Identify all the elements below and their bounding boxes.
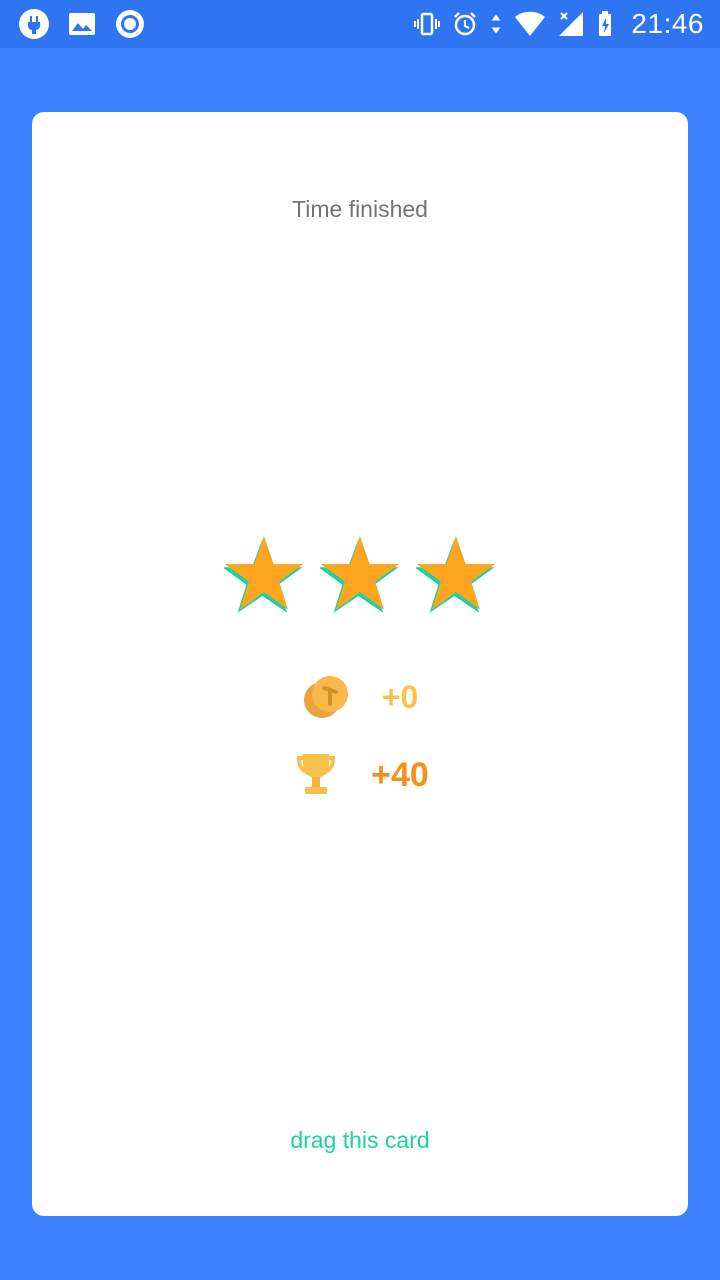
image-icon bbox=[69, 13, 95, 35]
cell-signal-icon bbox=[559, 12, 584, 36]
wifi-icon bbox=[515, 11, 546, 36]
status-bar-right: 21:46 bbox=[413, 8, 704, 40]
status-bar: 21:46 bbox=[0, 0, 720, 48]
star-icon bbox=[416, 536, 496, 612]
trophy-icon bbox=[297, 754, 336, 794]
drag-hint: drag this card bbox=[290, 1127, 430, 1153]
vibrate-icon bbox=[414, 12, 441, 36]
battery-charging-icon bbox=[599, 11, 612, 36]
usb-debug-icon bbox=[19, 9, 49, 39]
trophy-reward: +40 bbox=[32, 750, 688, 800]
status-bar-left bbox=[18, 8, 146, 40]
trophy-value: +40 bbox=[371, 755, 429, 794]
record-icon bbox=[116, 10, 144, 38]
coins-reward: +0 bbox=[32, 672, 688, 722]
result-card[interactable]: Time finished +0 +40 drag this card bbox=[32, 112, 688, 1216]
star-icon bbox=[224, 536, 304, 612]
star-rating bbox=[32, 532, 688, 612]
coins-value: +0 bbox=[381, 678, 419, 715]
coin-icon bbox=[303, 676, 348, 718]
data-transfer-icon bbox=[492, 14, 501, 34]
card-title: Time finished bbox=[292, 196, 428, 222]
clock: 21:46 bbox=[631, 8, 704, 39]
star-icon bbox=[320, 536, 400, 612]
alarm-icon bbox=[454, 12, 477, 36]
